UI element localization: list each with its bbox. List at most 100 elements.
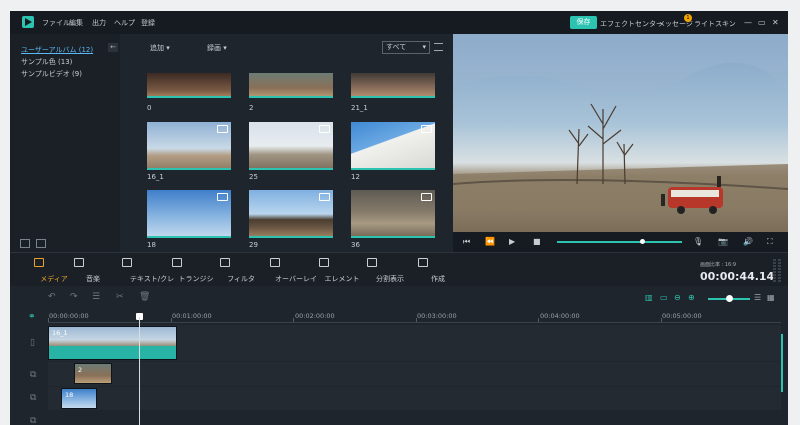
- collapse-sidebar-icon[interactable]: ←: [108, 43, 118, 52]
- stop-icon[interactable]: ■: [533, 237, 541, 246]
- library-item-sample-videos[interactable]: サンプルビデオ (9): [21, 69, 82, 79]
- media-thumbnail[interactable]: [249, 190, 333, 238]
- settings-icon[interactable]: ☰: [92, 292, 100, 302]
- ruler-label: 00:03:00:00: [417, 312, 457, 320]
- tool-media[interactable]: メディア: [24, 253, 68, 287]
- message-count-badge: 1: [684, 14, 692, 22]
- media-thumbnail[interactable]: [351, 73, 435, 98]
- audio-meter-right: [778, 258, 781, 282]
- tool-export[interactable]: 作成: [408, 253, 445, 287]
- pip-track-1[interactable]: [48, 362, 781, 386]
- step-back-icon[interactable]: ⏪: [485, 237, 495, 246]
- title-bar: ファイル 編集 出力 ヘルプ 登録 保存 エフェクトセンター メッセージ 1 ラ…: [10, 11, 788, 34]
- preview-frame-image: [453, 34, 788, 214]
- pip-track-2[interactable]: [48, 387, 781, 410]
- zoom-in-icon[interactable]: ⊕: [688, 293, 695, 302]
- audio-meter-left: [773, 258, 776, 282]
- skip-back-icon[interactable]: ⏮: [463, 237, 470, 247]
- preview-viewer: [453, 34, 788, 232]
- undo-icon[interactable]: ↶: [48, 292, 56, 302]
- tool-text[interactable]: テキスト/クレジット: [102, 253, 174, 293]
- library-item-sample-colors[interactable]: サンプル色 (13): [21, 57, 72, 67]
- video-icon: [421, 125, 432, 133]
- save-button[interactable]: 保存: [570, 16, 597, 29]
- list-view-icon[interactable]: [434, 43, 443, 51]
- media-thumbnail[interactable]: [351, 122, 435, 170]
- aspect-ratio-label: 画面比率 : 16:9: [700, 262, 737, 268]
- remove-folder-icon[interactable]: [36, 239, 46, 248]
- element-icon: [319, 258, 329, 267]
- audio-mixer-icon[interactable]: ▥: [645, 293, 653, 302]
- current-timecode: 00:00:44.14: [700, 270, 775, 283]
- voiceover-icon[interactable]: ▭: [660, 293, 668, 302]
- thumbnail-label: 2: [249, 104, 254, 112]
- media-thumbnail[interactable]: [147, 122, 231, 170]
- tool-audio[interactable]: 音楽: [65, 253, 100, 287]
- snapshot-icon[interactable]: 📷: [718, 237, 728, 246]
- zoom-out-icon[interactable]: ⊖: [674, 293, 681, 302]
- media-thumbnail[interactable]: [147, 190, 231, 238]
- volume-icon[interactable]: 🔊: [743, 237, 753, 246]
- record-dropdown[interactable]: 録画 ▾: [207, 43, 227, 53]
- media-thumbnail[interactable]: [147, 73, 231, 98]
- playback-progress-knob[interactable]: [640, 239, 645, 244]
- video-icon: [217, 193, 228, 201]
- thumbnail-label: 29: [249, 241, 258, 249]
- thumbnail-label: 0: [147, 104, 152, 112]
- delete-icon[interactable]: 🗑: [139, 292, 150, 302]
- track-manager-icon[interactable]: ☰: [754, 293, 761, 302]
- timeline-video-clip[interactable]: 16_1: [48, 326, 177, 360]
- fullscreen-icon[interactable]: ⛶: [767, 237, 773, 247]
- editor-window: ファイル 編集 出力 ヘルプ 登録 保存 エフェクトセンター メッセージ 1 ラ…: [10, 11, 788, 425]
- export-icon: [418, 258, 428, 267]
- cut-icon[interactable]: ✂: [116, 292, 124, 302]
- menu-export[interactable]: 出力: [92, 18, 106, 28]
- ruler-label: 00:04:00:00: [540, 312, 580, 320]
- effect-center-link[interactable]: エフェクトセンター: [600, 19, 663, 29]
- play-icon[interactable]: ▶: [509, 237, 515, 246]
- video-icon: [217, 125, 228, 133]
- minimize-icon[interactable]: —: [744, 18, 752, 27]
- thumbnail-label: 18: [147, 241, 156, 249]
- tool-overlay[interactable]: オーバーレイ: [254, 253, 317, 287]
- timeline-pip-clip[interactable]: 18: [61, 388, 97, 409]
- media-thumbnail[interactable]: [249, 122, 333, 170]
- maximize-icon[interactable]: ▭: [758, 18, 766, 27]
- snap-link-icon[interactable]: ⚭: [28, 312, 36, 322]
- zoom-slider-knob[interactable]: [726, 295, 733, 302]
- grid-view-icon[interactable]: ▦: [767, 293, 775, 302]
- add-folder-icon[interactable]: [20, 239, 30, 248]
- menu-file[interactable]: ファイル: [42, 18, 70, 28]
- tool-element[interactable]: エレメント: [306, 253, 360, 287]
- thumbnail-label: 21_1: [351, 104, 368, 112]
- microphone-icon[interactable]: 🎙: [693, 237, 703, 246]
- timeline-scrollbar[interactable]: [781, 334, 783, 392]
- timeline-panel: ↶ ↷ ☰ ✂ 🗑 ▥ ▭ ⊖ ⊕ ☰ ▦ ⚭ 00:00:00:00 00:0…: [10, 286, 788, 425]
- tool-split-screen[interactable]: 分割表示: [354, 253, 404, 287]
- thumbnail-label: 16_1: [147, 173, 164, 181]
- ruler-label: 00:01:00:00: [172, 312, 212, 320]
- filter-icon: [220, 258, 230, 267]
- close-icon[interactable]: ✕: [772, 18, 779, 27]
- pip-track-icon: ⧉: [30, 393, 37, 403]
- import-dropdown[interactable]: 追加 ▾: [150, 43, 170, 53]
- redo-icon[interactable]: ↷: [70, 292, 78, 302]
- music-icon: [74, 258, 84, 267]
- menu-register[interactable]: 登録: [141, 18, 155, 28]
- tool-filter[interactable]: フィルター: [209, 253, 255, 293]
- media-thumbnail[interactable]: [249, 73, 333, 98]
- menu-help[interactable]: ヘルプ: [114, 18, 135, 28]
- media-filter-select[interactable]: すべて ▾: [382, 41, 430, 54]
- media-thumbnail[interactable]: [351, 190, 435, 238]
- thumbnail-label: 12: [351, 173, 360, 181]
- timeline-pip-clip[interactable]: 2: [74, 363, 112, 384]
- split-screen-icon: [367, 258, 377, 267]
- video-icon: [319, 125, 330, 133]
- playhead-line[interactable]: [139, 317, 140, 425]
- playback-progress-bar[interactable]: [557, 241, 682, 243]
- library-item-user-album[interactable]: ユーザーアルバム (12): [21, 45, 93, 55]
- tool-transition[interactable]: トランジション: [158, 253, 214, 293]
- menu-edit[interactable]: 編集: [69, 18, 83, 28]
- light-skin-link[interactable]: ライトスキン: [694, 19, 736, 29]
- function-toolbar: メディア 音楽 テキスト/クレジット トランジション フィルター オーバーレイ …: [10, 252, 788, 293]
